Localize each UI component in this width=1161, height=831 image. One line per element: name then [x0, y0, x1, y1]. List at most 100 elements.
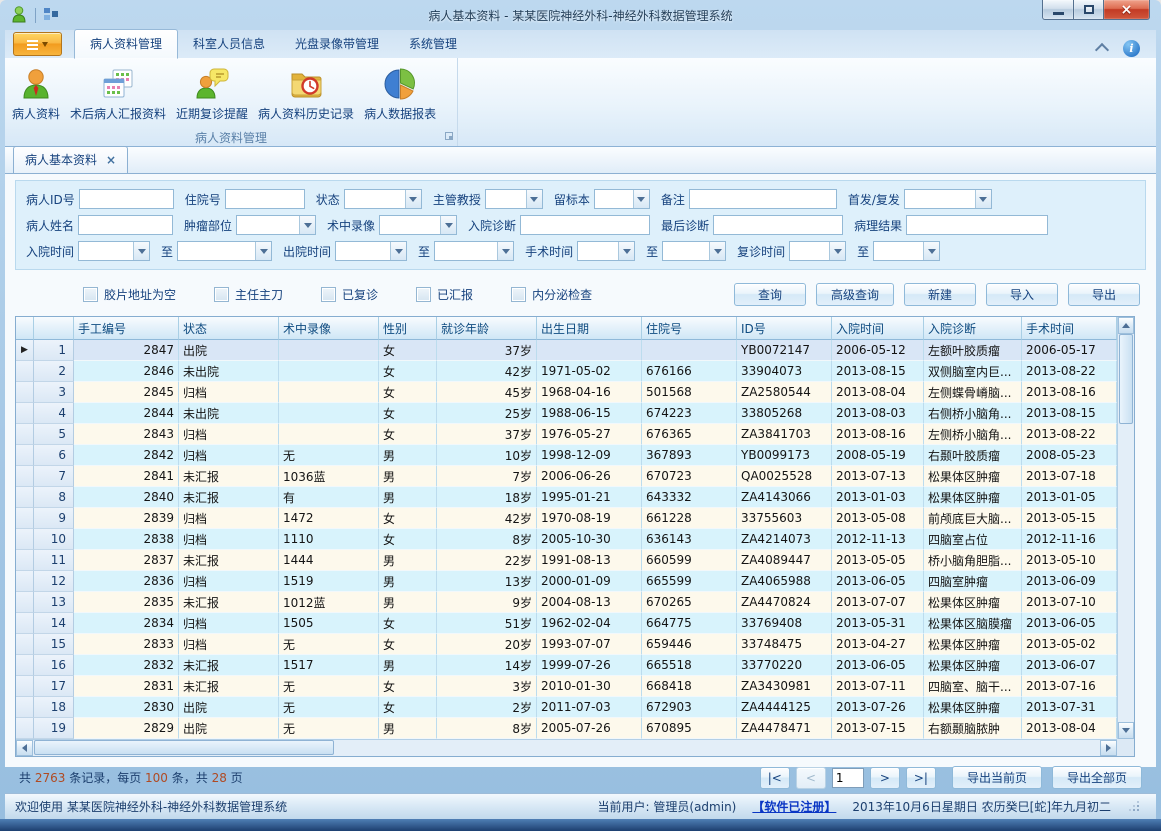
table-cell[interactable]: 男: [379, 592, 437, 613]
scroll-right-button[interactable]: [1100, 740, 1117, 756]
scrollbar-track[interactable]: [335, 740, 1100, 756]
table-row[interactable]: 82840未汇报有男18岁1995-01-21643332ZA414306620…: [16, 487, 1134, 508]
table-cell[interactable]: 2013-01-05: [1022, 487, 1117, 508]
minimize-button[interactable]: [1042, 0, 1074, 20]
table-cell[interactable]: 未汇报: [179, 655, 279, 676]
table-cell[interactable]: 2005-07-26: [537, 718, 642, 739]
table-row[interactable]: 122836归档1519男13岁2000-01-09665599ZA406598…: [16, 571, 1134, 592]
table-cell[interactable]: 2831: [74, 676, 179, 697]
table-row[interactable]: 22846未出院女42岁1971-05-02676166339040732013…: [16, 361, 1134, 382]
table-cell[interactable]: 2013-06-05: [1022, 613, 1117, 634]
column-header[interactable]: 入院时间: [832, 317, 924, 340]
checkbox-chief-surgeon[interactable]: 主任主刀: [214, 286, 283, 303]
table-cell[interactable]: 归档: [179, 508, 279, 529]
row-indicator[interactable]: [16, 655, 34, 676]
table-cell[interactable]: 2005-10-30: [537, 529, 642, 550]
table-cell[interactable]: 松果体区肿瘤: [924, 655, 1022, 676]
table-cell[interactable]: 1962-02-04: [537, 613, 642, 634]
table-cell[interactable]: 左侧桥小脑角...: [924, 424, 1022, 445]
row-indicator[interactable]: [16, 382, 34, 403]
table-cell[interactable]: 未汇报: [179, 676, 279, 697]
table-cell[interactable]: 13岁: [437, 571, 537, 592]
table-cell[interactable]: 1993-07-07: [537, 634, 642, 655]
table-cell[interactable]: 2835: [74, 592, 179, 613]
table-cell[interactable]: 2013-08-22: [1022, 361, 1117, 382]
revisit-time-from-combo[interactable]: [789, 241, 846, 261]
table-cell[interactable]: 未汇报: [179, 550, 279, 571]
table-cell[interactable]: 3岁: [437, 676, 537, 697]
table-cell[interactable]: 1472: [279, 508, 379, 529]
table-row[interactable]: 112837未汇报1444男22岁1991-08-13660599ZA40894…: [16, 550, 1134, 571]
table-cell[interactable]: 42岁: [437, 361, 537, 382]
last-page-button[interactable]: >|: [906, 767, 936, 789]
table-cell[interactable]: 无: [279, 697, 379, 718]
table-cell[interactable]: 四脑室、脑干...: [924, 676, 1022, 697]
table-cell[interactable]: 2832: [74, 655, 179, 676]
table-cell[interactable]: 2013-06-09: [1022, 571, 1117, 592]
table-cell[interactable]: ZA4214073: [737, 529, 832, 550]
table-cell[interactable]: 33770220: [737, 655, 832, 676]
table-cell[interactable]: 男: [379, 487, 437, 508]
row-number[interactable]: 3: [34, 382, 74, 403]
table-cell[interactable]: 668418: [642, 676, 737, 697]
export-all-pages-button[interactable]: 导出全部页: [1052, 766, 1142, 789]
column-header[interactable]: [34, 317, 74, 340]
row-number[interactable]: 8: [34, 487, 74, 508]
column-header[interactable]: 住院号: [642, 317, 737, 340]
table-cell[interactable]: 2013-07-11: [832, 676, 924, 697]
table-cell[interactable]: 2013-06-05: [832, 655, 924, 676]
specimen-combo[interactable]: [594, 189, 650, 209]
table-cell[interactable]: 2013-05-31: [832, 613, 924, 634]
column-header[interactable]: [16, 317, 34, 340]
table-cell[interactable]: 1976-05-27: [537, 424, 642, 445]
table-row[interactable]: 182830出院无女2岁2011-07-03672903ZA4444125201…: [16, 697, 1134, 718]
tumor-site-combo[interactable]: [236, 215, 316, 235]
table-cell[interactable]: 松果体区肿瘤: [924, 634, 1022, 655]
table-cell[interactable]: 1110: [279, 529, 379, 550]
table-cell[interactable]: 男: [379, 571, 437, 592]
table-row[interactable]: 152833归档无女20岁1993-07-0765944633748475201…: [16, 634, 1134, 655]
table-cell[interactable]: ZA4089447: [737, 550, 832, 571]
table-row[interactable]: 52843归档女37岁1976-05-27676365ZA38417032013…: [16, 424, 1134, 445]
table-cell[interactable]: 2013-06-05: [832, 571, 924, 592]
row-indicator[interactable]: [16, 613, 34, 634]
table-row[interactable]: 142834归档1505女51岁1962-02-0466477533769408…: [16, 613, 1134, 634]
professor-combo[interactable]: [485, 189, 543, 209]
row-indicator[interactable]: ▶: [16, 340, 34, 361]
row-indicator[interactable]: [16, 487, 34, 508]
table-cell[interactable]: 2841: [74, 466, 179, 487]
table-cell[interactable]: 2010-01-30: [537, 676, 642, 697]
row-indicator[interactable]: [16, 361, 34, 382]
row-number[interactable]: 15: [34, 634, 74, 655]
table-cell[interactable]: 33755603: [737, 508, 832, 529]
table-cell[interactable]: 2013-05-05: [832, 550, 924, 571]
advanced-query-button[interactable]: 高级查询: [816, 283, 894, 306]
row-number[interactable]: 11: [34, 550, 74, 571]
table-cell[interactable]: 1968-04-16: [537, 382, 642, 403]
row-number[interactable]: 9: [34, 508, 74, 529]
table-cell[interactable]: 2013-08-03: [832, 403, 924, 424]
column-header[interactable]: 就诊年龄: [437, 317, 537, 340]
table-cell[interactable]: 1995-01-21: [537, 487, 642, 508]
table-cell[interactable]: 676365: [642, 424, 737, 445]
table-cell[interactable]: 出院: [179, 340, 279, 361]
table-cell[interactable]: 2846: [74, 361, 179, 382]
row-number[interactable]: 12: [34, 571, 74, 592]
layout-icon[interactable]: [43, 6, 59, 25]
table-cell[interactable]: 2011-07-03: [537, 697, 642, 718]
table-cell[interactable]: YB0099173: [737, 445, 832, 466]
table-cell[interactable]: 男: [379, 718, 437, 739]
data-report-button[interactable]: 病人数据报表: [359, 62, 441, 124]
collapse-ribbon-icon[interactable]: [1095, 43, 1109, 57]
table-cell[interactable]: 2岁: [437, 697, 537, 718]
table-cell[interactable]: 2013-05-10: [1022, 550, 1117, 571]
table-cell[interactable]: 2839: [74, 508, 179, 529]
column-header[interactable]: 入院诊断: [924, 317, 1022, 340]
patient-info-button[interactable]: 病人资料: [7, 62, 65, 124]
table-cell[interactable]: 桥小脑角胆脂...: [924, 550, 1022, 571]
table-cell[interactable]: 归档: [179, 571, 279, 592]
table-cell[interactable]: 42岁: [437, 508, 537, 529]
table-cell[interactable]: 45岁: [437, 382, 537, 403]
postop-report-button[interactable]: 术后病人汇报资料: [65, 62, 171, 124]
admit-time-to-combo[interactable]: [177, 241, 272, 261]
